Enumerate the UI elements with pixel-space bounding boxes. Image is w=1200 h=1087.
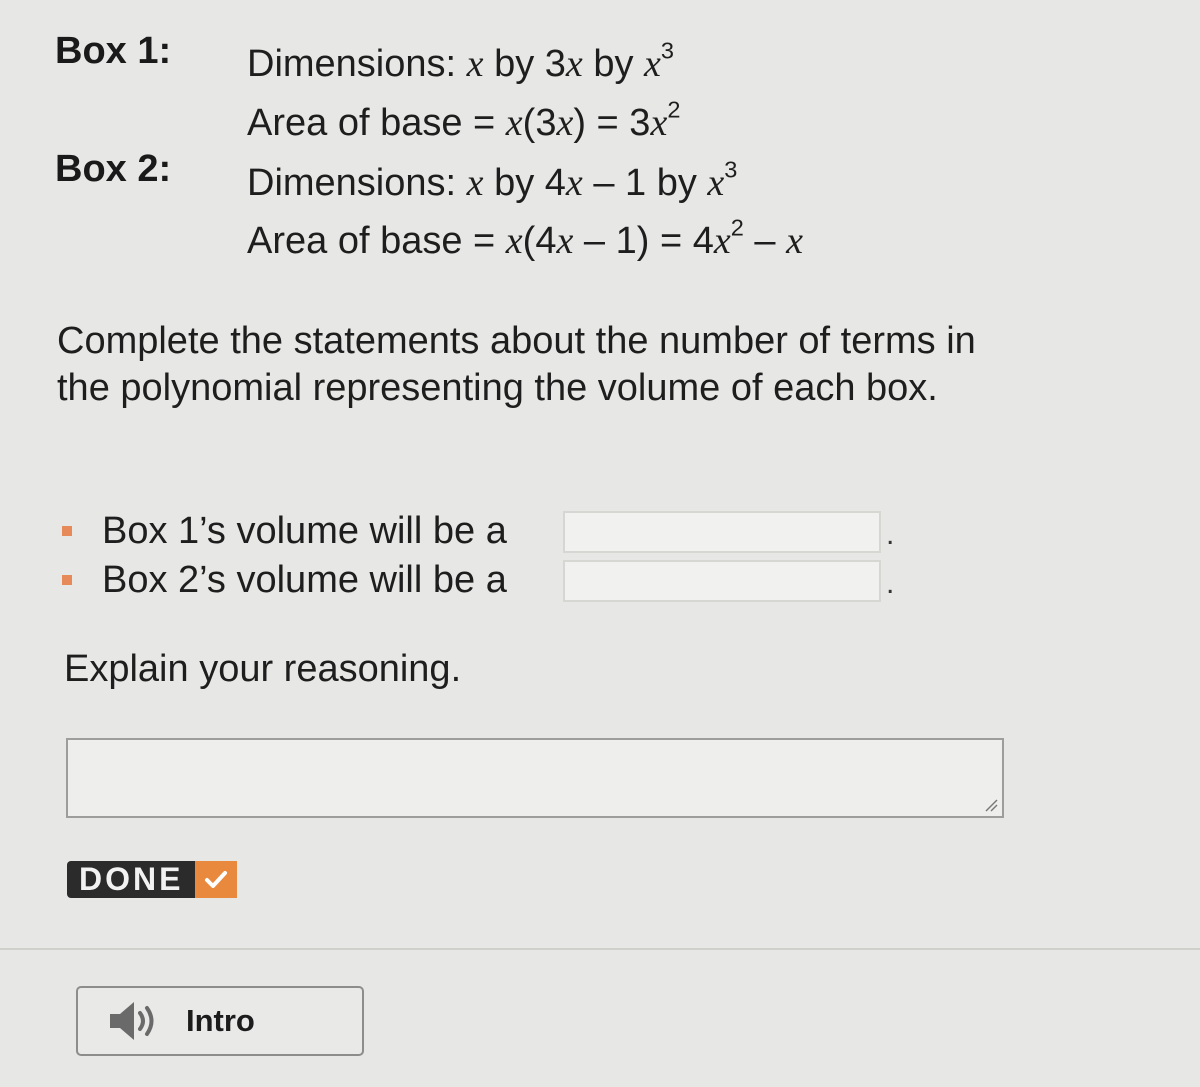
box2-dimensions: Dimensions: x by 4x – 1 by x3 [247,156,738,204]
box2-label: Box 2: [55,148,172,190]
box1-area: Area of base = x(3x) = 3x2 [247,96,681,144]
question-prompt: Complete the statements about the number… [57,320,976,409]
intro-button[interactable]: Intro [76,986,364,1056]
bullet-icon [62,575,72,585]
checkmark-icon [195,861,238,898]
intro-button-label: Intro [186,1003,255,1038]
statement-box1: Box 1’s volume will be a [62,508,507,554]
box1-dimensions: Dimensions: x by 3x by x3 [247,37,675,85]
speaker-icon [110,1002,154,1040]
box1-answer-input[interactable] [563,511,881,553]
explain-label: Explain your reasoning. [64,648,462,690]
statement-box2: Box 2’s volume will be a [62,557,507,603]
box2-answer-input[interactable] [563,560,881,602]
done-button-label: DONE [67,861,196,898]
reasoning-textarea[interactable] [66,738,1004,818]
box1-label: Box 1: [55,30,172,72]
box2-area: Area of base = x(4x – 1) = 4x2 – x [247,214,803,262]
statement-box1-text: Box 1’s volume will be a [102,509,507,552]
bullet-icon [62,526,72,536]
statement-box1-period: . [886,518,895,551]
done-button[interactable]: DONE [67,861,254,898]
statement-box2-period: . [886,567,895,600]
statement-box2-text: Box 2’s volume will be a [102,558,507,601]
resize-handle-icon[interactable] [984,798,998,812]
section-divider [0,948,1200,950]
